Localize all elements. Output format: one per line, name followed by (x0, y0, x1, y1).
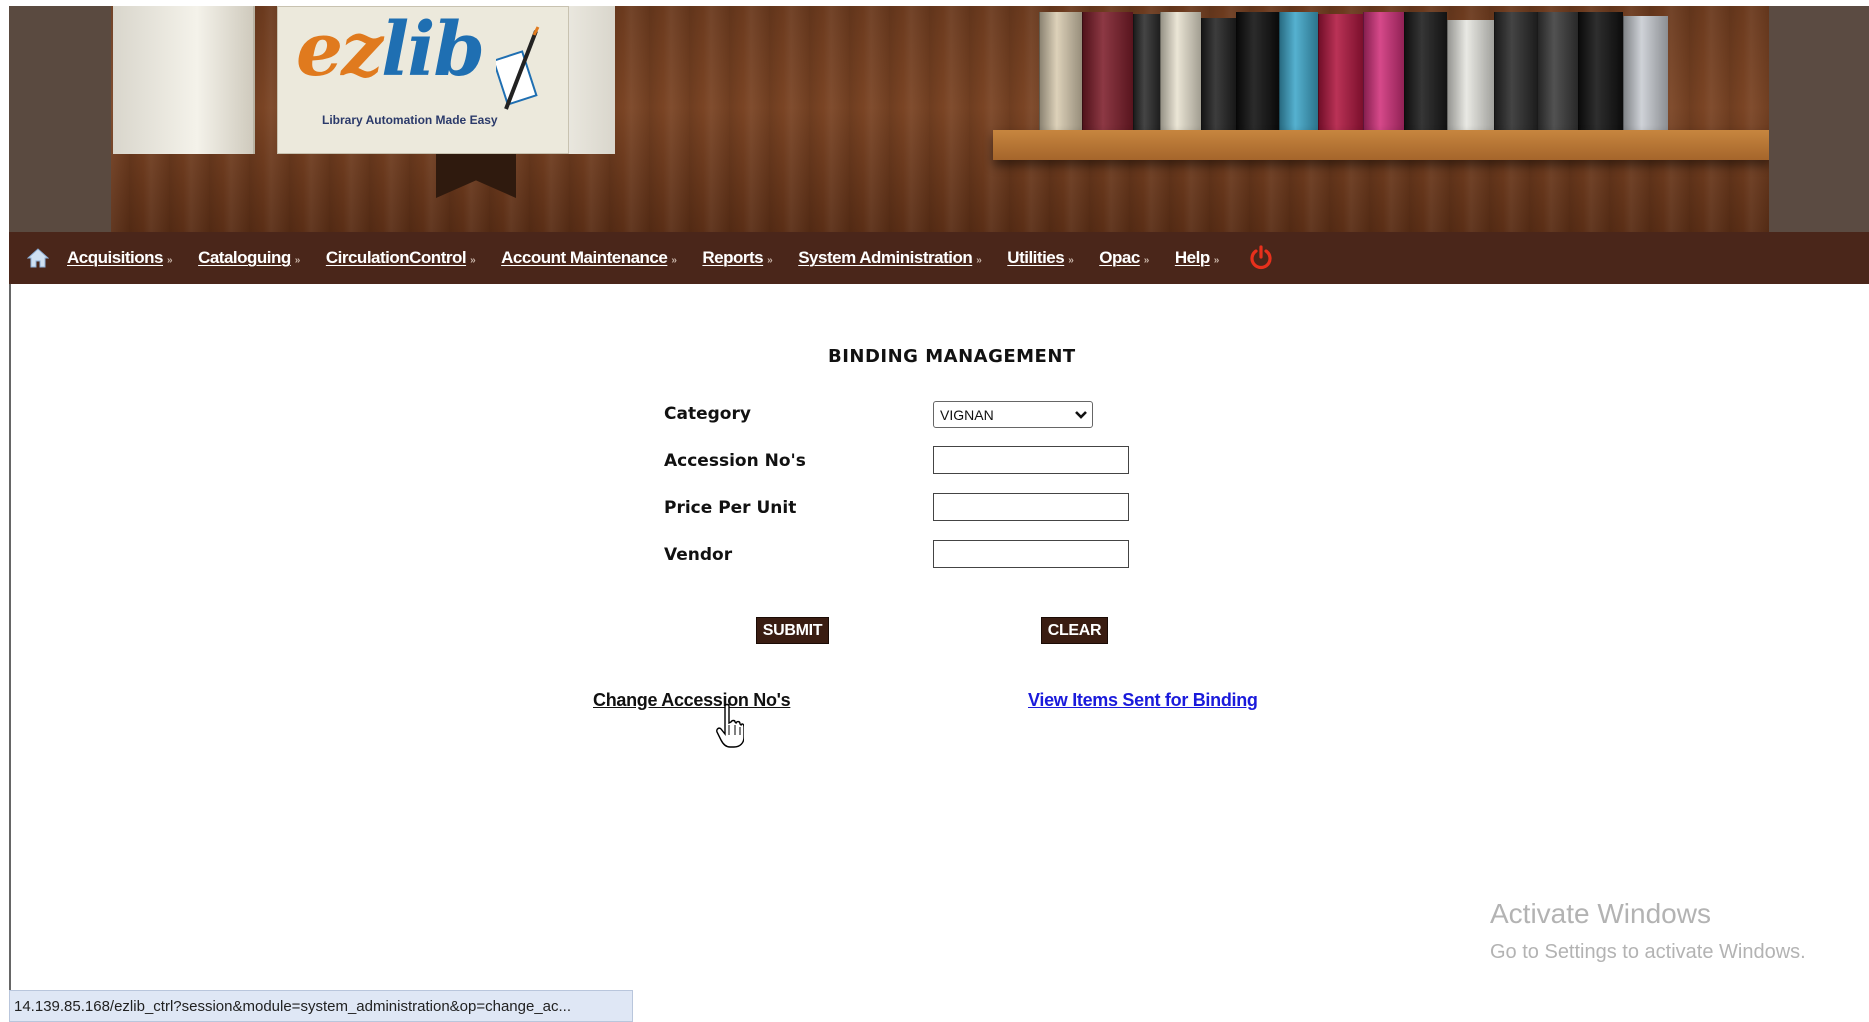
chevron-down-icon (1070, 404, 1092, 426)
chevron-down-icon: » (294, 254, 301, 266)
book-spine (1318, 14, 1363, 130)
accession-label: Accession No's (664, 451, 806, 471)
vendor-label: Vendor (664, 545, 733, 565)
submit-button[interactable]: SUBMIT (756, 617, 829, 644)
bookshelf (993, 130, 1771, 160)
nav-label: Cataloguing (198, 248, 291, 267)
book-spine (1039, 12, 1082, 130)
book-spine (1236, 12, 1279, 130)
price-label: Price Per Unit (664, 498, 797, 518)
chevron-down-icon: » (1143, 254, 1150, 266)
nav-label: Opac (1099, 248, 1140, 267)
banner-edge-right (1769, 6, 1869, 232)
chevron-down-icon: » (1213, 254, 1220, 266)
logo-tagline: Library Automation Made Easy (322, 113, 498, 127)
nav-label: Acquisitions (67, 248, 164, 267)
nav-utilities[interactable]: Utilities» (1007, 248, 1073, 268)
browser-status-url: 14.139.85.168/ezlib_ctrl?session&module=… (9, 990, 633, 1022)
book-spine (1201, 18, 1236, 130)
nav-circulation-control[interactable]: CirculationControl» (325, 248, 476, 268)
view-items-sent-for-binding-link[interactable]: View Items Sent for Binding (1028, 690, 1258, 711)
nav-system-administration[interactable]: System Administration» (798, 248, 982, 268)
book-spine (1082, 12, 1133, 130)
hand-cursor-icon (716, 703, 744, 748)
activate-windows-subtitle: Go to Settings to activate Windows. (1490, 941, 1806, 963)
category-select[interactable]: VIGNAN (933, 401, 1093, 428)
bookshelf-books (1039, 6, 1668, 130)
nav-acquisitions[interactable]: Acquisitions» (67, 248, 173, 268)
price-input[interactable] (933, 493, 1129, 521)
open-book-page-left (113, 6, 255, 154)
category-value: VIGNAN (940, 406, 994, 423)
nav-label: System Administration (798, 248, 973, 267)
nav-label: Utilities (1007, 248, 1065, 267)
chevron-down-icon: » (767, 254, 773, 266)
nav-label: Reports (702, 248, 764, 267)
nav-reports[interactable]: Reports» (702, 248, 772, 268)
accession-input[interactable] (933, 446, 1129, 474)
category-label: Category (664, 404, 751, 424)
book-spine (1404, 12, 1447, 130)
activate-windows-title: Activate Windows (1490, 898, 1711, 929)
logo-wordmark: ezlib (296, 13, 485, 87)
power-icon (1250, 245, 1272, 270)
nav-label: Help (1174, 248, 1210, 267)
book-spine (1279, 12, 1318, 130)
pen-icon (496, 26, 540, 110)
nav-account-maintenance[interactable]: Account Maintenance» (501, 248, 677, 268)
chevron-down-icon: » (167, 254, 173, 266)
logout-button[interactable] (1247, 244, 1275, 272)
book-spine (1160, 12, 1201, 130)
book-spine (1623, 16, 1668, 130)
book-ribbon (436, 154, 516, 198)
nav-help[interactable]: Help» (1175, 248, 1219, 268)
home-button[interactable] (9, 232, 67, 284)
ezlib-logo: ezlib Library Automation Made Easy (277, 6, 569, 154)
book-spine (1537, 12, 1578, 130)
chevron-down-icon: » (976, 254, 982, 266)
nav-label: Account Maintenance (501, 248, 668, 267)
nav-cataloguing[interactable]: Cataloguing» (198, 248, 300, 268)
book-spine (1447, 20, 1494, 130)
book-spine (1133, 14, 1160, 130)
change-accession-link[interactable]: Change Accession No's (593, 690, 791, 711)
page-title: BINDING MANAGEMENT (828, 346, 1076, 367)
chevron-down-icon: » (671, 254, 677, 266)
book-spine (1363, 12, 1404, 130)
main-nav: Acquisitions» Cataloguing» CirculationCo… (9, 232, 1869, 284)
banner-edge-left (9, 6, 111, 232)
chevron-down-icon: » (1068, 254, 1074, 266)
book-spine (1494, 12, 1537, 130)
home-icon (27, 248, 49, 268)
logo-lib: lib (381, 7, 485, 93)
nav-opac[interactable]: Opac» (1099, 248, 1149, 268)
nav-label: CirculationControl (325, 248, 467, 267)
book-spine (1578, 12, 1623, 130)
header-banner: ezlib Library Automation Made Easy (9, 6, 1869, 232)
vendor-input[interactable] (933, 540, 1129, 568)
logo-ez: ez (296, 7, 383, 93)
chevron-down-icon: » (470, 254, 476, 266)
clear-button[interactable]: CLEAR (1041, 617, 1108, 644)
